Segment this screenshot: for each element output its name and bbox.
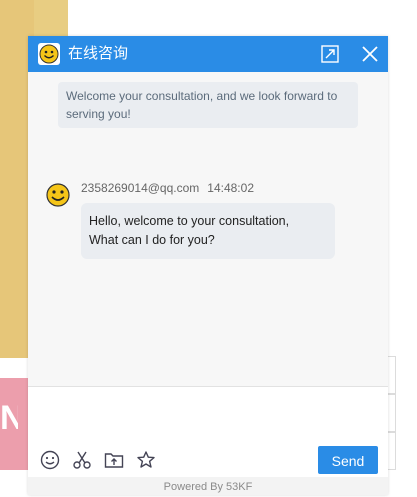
background-banner-letter: N — [0, 399, 18, 437]
agent-message-line: Hello, welcome to your consultation, — [89, 214, 290, 228]
agent-name: 2358269014@qq.com — [81, 181, 200, 195]
maximize-icon[interactable] — [320, 44, 340, 64]
welcome-message: Welcome your consultation, and we look f… — [58, 82, 358, 128]
background-side-tab — [387, 394, 396, 432]
chat-window: 在线咨询 Welcome your consultation, and we l… — [28, 36, 388, 495]
favorite-star-icon[interactable] — [136, 450, 156, 470]
emoji-icon[interactable] — [40, 450, 60, 470]
agent-message-line: What can I do for you? — [89, 233, 215, 247]
message-input-area[interactable]: Send — [28, 386, 388, 477]
background-side-tab — [387, 432, 396, 470]
smiley-logo-icon — [38, 43, 60, 65]
message-time: 14:48:02 — [207, 181, 254, 195]
agent-avatar — [44, 180, 72, 208]
chat-title: 在线咨询 — [68, 45, 129, 62]
background-side-tab — [387, 356, 396, 394]
message-list[interactable]: Welcome your consultation, and we look f… — [28, 72, 388, 422]
agent-meta: 2358269014@qq.com 14:48:02 — [81, 181, 254, 195]
chat-header: 在线咨询 — [28, 36, 388, 72]
agent-message-bubble: Hello, welcome to your consultation, Wha… — [81, 203, 335, 259]
upload-file-icon[interactable] — [104, 450, 124, 470]
close-icon[interactable] — [360, 44, 380, 64]
powered-by-footer: Powered By 53KF — [28, 477, 388, 495]
send-button[interactable]: Send — [318, 446, 378, 474]
screenshot-scissors-icon[interactable] — [72, 450, 92, 470]
